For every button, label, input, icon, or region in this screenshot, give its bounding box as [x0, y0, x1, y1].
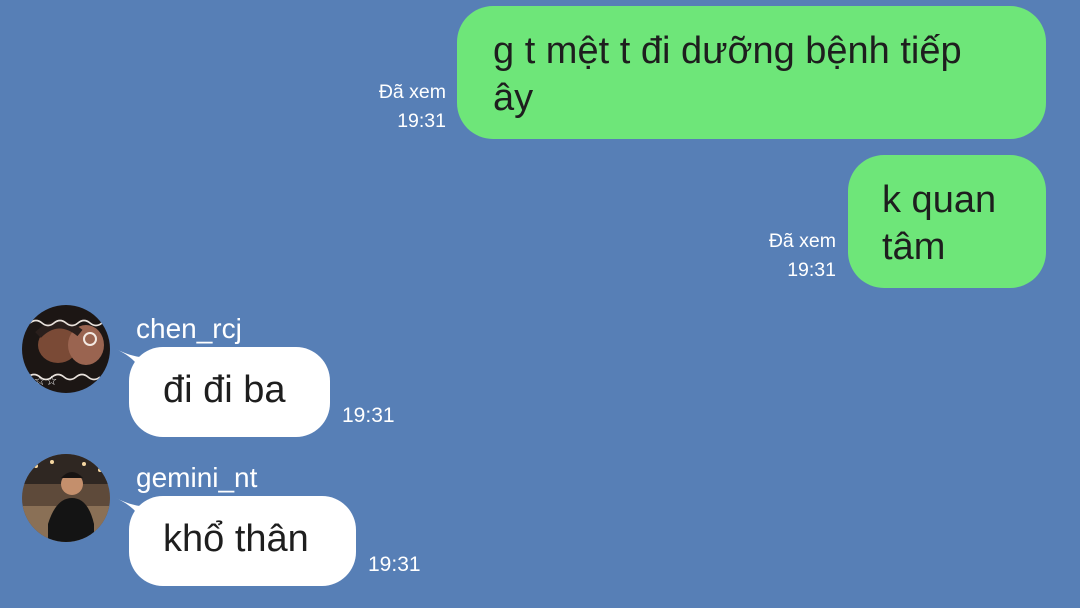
message-text-line: g t mệt t đi dưỡng bệnh tiếp: [493, 30, 962, 72]
avatar[interactable]: ☆☆: [22, 305, 110, 393]
message-meta: Đã xem 19:31: [716, 227, 836, 285]
message-time: 19:31: [787, 259, 836, 281]
chat-view: Đã xem 19:31 g t mệt t đi dưỡng bệnh tiế…: [0, 0, 1080, 608]
message-time: 19:31: [368, 553, 421, 576]
message-meta: Đã xem 19:31: [326, 78, 446, 136]
message-time: 19:31: [342, 404, 395, 427]
outgoing-message-bubble[interactable]: g t mệt t đi dưỡng bệnh tiếp ây: [457, 6, 1046, 139]
svg-text:☆☆: ☆☆: [34, 374, 57, 389]
message-text-line: k quan: [882, 179, 997, 221]
message-text-line: ây: [493, 77, 534, 119]
incoming-message-bubble[interactable]: đi đi ba: [129, 347, 330, 437]
user-photo-icon: ☆☆: [22, 305, 110, 393]
message-time: 19:31: [397, 110, 446, 132]
outgoing-message-bubble[interactable]: k quan tâm: [848, 155, 1046, 288]
sender-name[interactable]: chen_rcj: [136, 312, 242, 346]
incoming-message-bubble[interactable]: khổ thân: [129, 496, 356, 586]
message-text-line: tâm: [882, 226, 946, 268]
read-status: Đã xem: [768, 230, 836, 252]
avatar[interactable]: [22, 454, 110, 542]
sender-name[interactable]: gemini_nt: [136, 461, 257, 495]
user-photo-icon: [22, 454, 110, 542]
read-status: Đã xem: [378, 81, 446, 103]
